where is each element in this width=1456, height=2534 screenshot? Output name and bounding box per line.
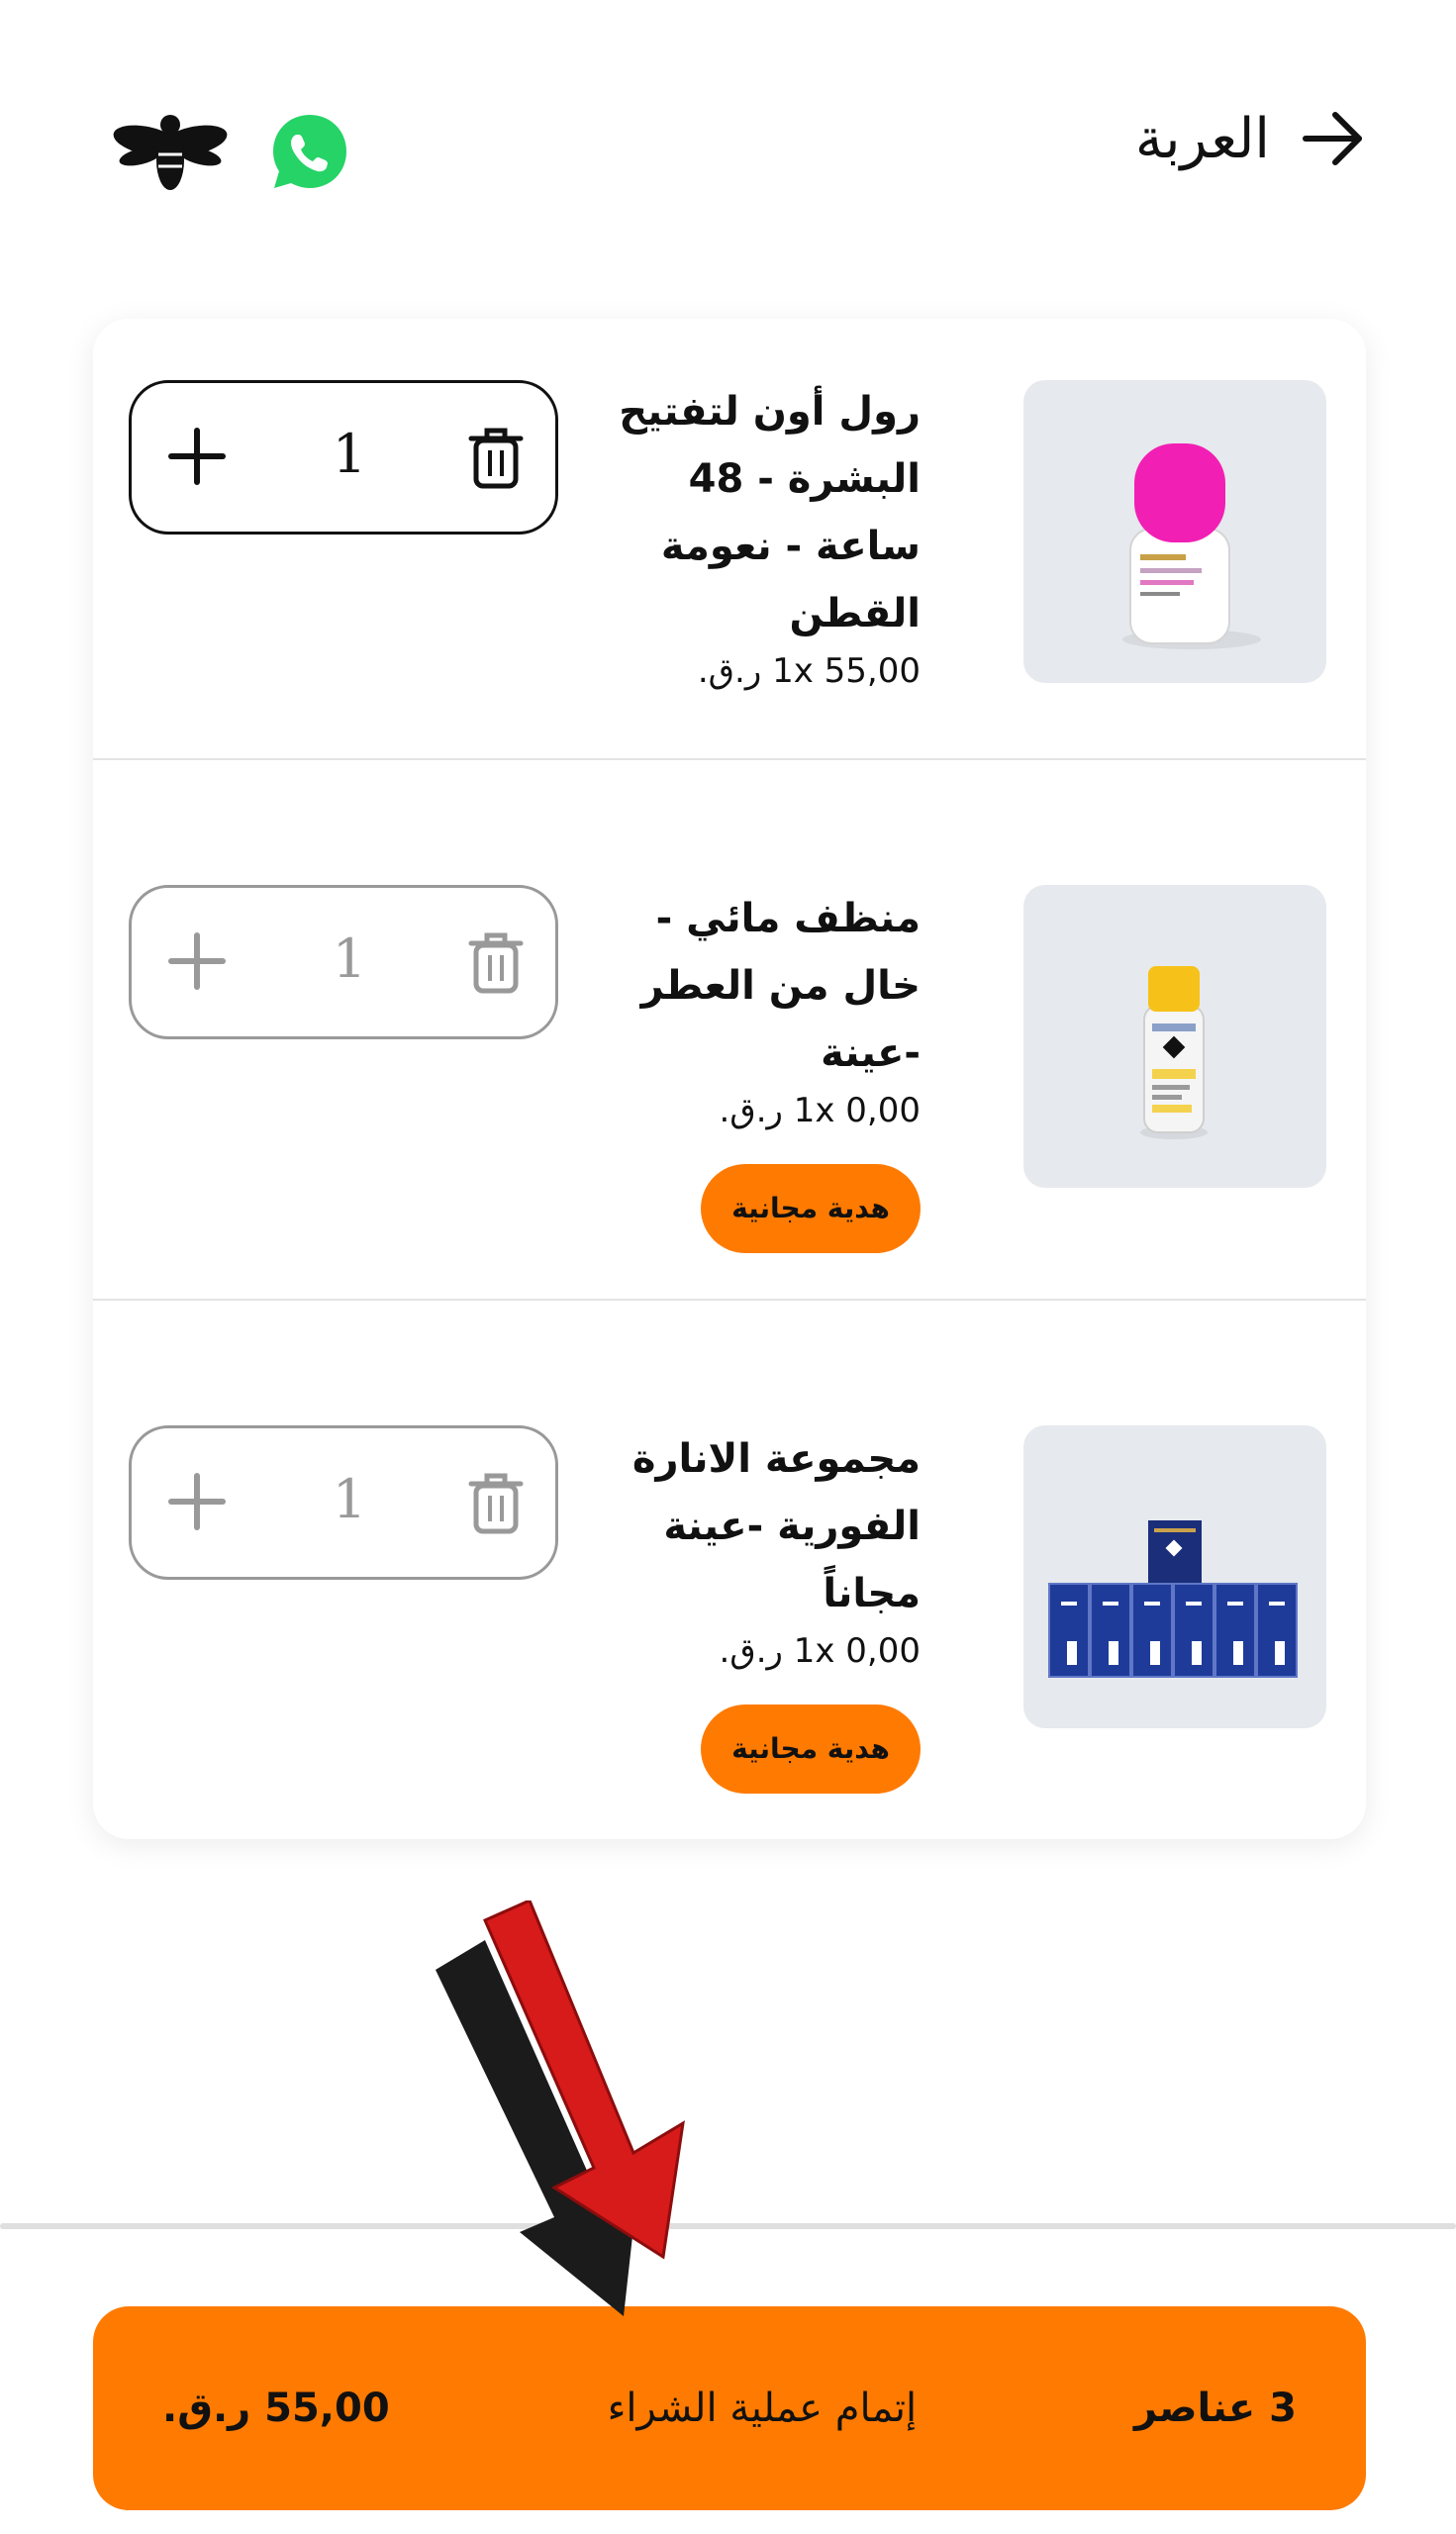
product-name[interactable]: رول أون لتفتيح البشرة - 48 ساعة - نعومة … bbox=[594, 378, 921, 647]
item-details: منظف مائي - خال من العطر -عينة 1x 0,00 ر… bbox=[594, 885, 921, 1253]
plus-icon[interactable] bbox=[161, 421, 233, 492]
trash-icon bbox=[468, 1473, 524, 1534]
trash-icon[interactable] bbox=[468, 425, 524, 490]
quantity-stepper: 1 bbox=[129, 885, 558, 1039]
trash-icon bbox=[468, 932, 524, 994]
quantity-value: 1 bbox=[332, 927, 367, 990]
cart-item: منظف مائي - خال من العطر -عينة 1x 0,00 ر… bbox=[93, 760, 1366, 1301]
product-image[interactable] bbox=[1023, 380, 1326, 683]
checkout-button[interactable]: 3 عناصر إتمام عملية الشراء 55,00 ر.ق. bbox=[93, 2306, 1366, 2510]
quantity-value: 1 bbox=[332, 1468, 367, 1530]
product-price: 1x 0,00 ر.ق. bbox=[719, 1631, 922, 1671]
quantity-value: 1 bbox=[332, 423, 367, 485]
bottom-bar-divider bbox=[0, 2223, 1456, 2229]
micellar-water-bottle-icon bbox=[1140, 966, 1208, 1139]
checkout-label: إتمام عملية الشراء bbox=[607, 2386, 918, 2431]
item-count: 3 عناصر bbox=[1134, 2386, 1297, 2431]
product-image[interactable] bbox=[1023, 1425, 1326, 1728]
annotation-arrow-icon bbox=[436, 1900, 685, 2316]
roll-on-bottle-icon bbox=[1122, 443, 1261, 649]
product-image[interactable] bbox=[1023, 885, 1326, 1188]
free-gift-badge: هدية مجانية bbox=[701, 1164, 921, 1253]
quantity-stepper: 1 bbox=[129, 380, 558, 535]
page-title: العربة bbox=[1134, 106, 1270, 171]
quantity-stepper: 1 bbox=[129, 1425, 558, 1580]
item-details: مجموعة الانارة الفورية -عينة مجاناً 1x 0… bbox=[594, 1425, 921, 1794]
cart-total: 55,00 ر.ق. bbox=[162, 2386, 390, 2431]
free-gift-badge: هدية مجانية bbox=[701, 1705, 921, 1794]
product-name[interactable]: مجموعة الانارة الفورية -عينة مجاناً bbox=[594, 1425, 921, 1627]
plus-icon bbox=[168, 1473, 226, 1530]
cart-item: رول أون لتفتيح البشرة - 48 ساعة - نعومة … bbox=[93, 319, 1366, 760]
bee-logo-icon[interactable] bbox=[111, 103, 230, 202]
brightening-kit-icon bbox=[1048, 1520, 1298, 1678]
plus-icon bbox=[168, 932, 226, 990]
whatsapp-icon[interactable] bbox=[269, 111, 350, 192]
cart-list: رول أون لتفتيح البشرة - 48 ساعة - نعومة … bbox=[93, 319, 1366, 1839]
arrow-right-icon[interactable] bbox=[1298, 104, 1367, 173]
product-price: 1x 0,00 ر.ق. bbox=[719, 1091, 922, 1130]
item-details: رول أون لتفتيح البشرة - 48 ساعة - نعومة … bbox=[594, 378, 921, 695]
back-to-cart[interactable]: العربة bbox=[1135, 99, 1367, 178]
top-bar: العربة bbox=[0, 0, 1456, 297]
cart-item: مجموعة الانارة الفورية -عينة مجاناً 1x 0… bbox=[93, 1301, 1366, 1839]
product-name[interactable]: منظف مائي - خال من العطر -عينة bbox=[594, 885, 921, 1087]
product-price: 1x 55,00 ر.ق. bbox=[697, 651, 921, 691]
